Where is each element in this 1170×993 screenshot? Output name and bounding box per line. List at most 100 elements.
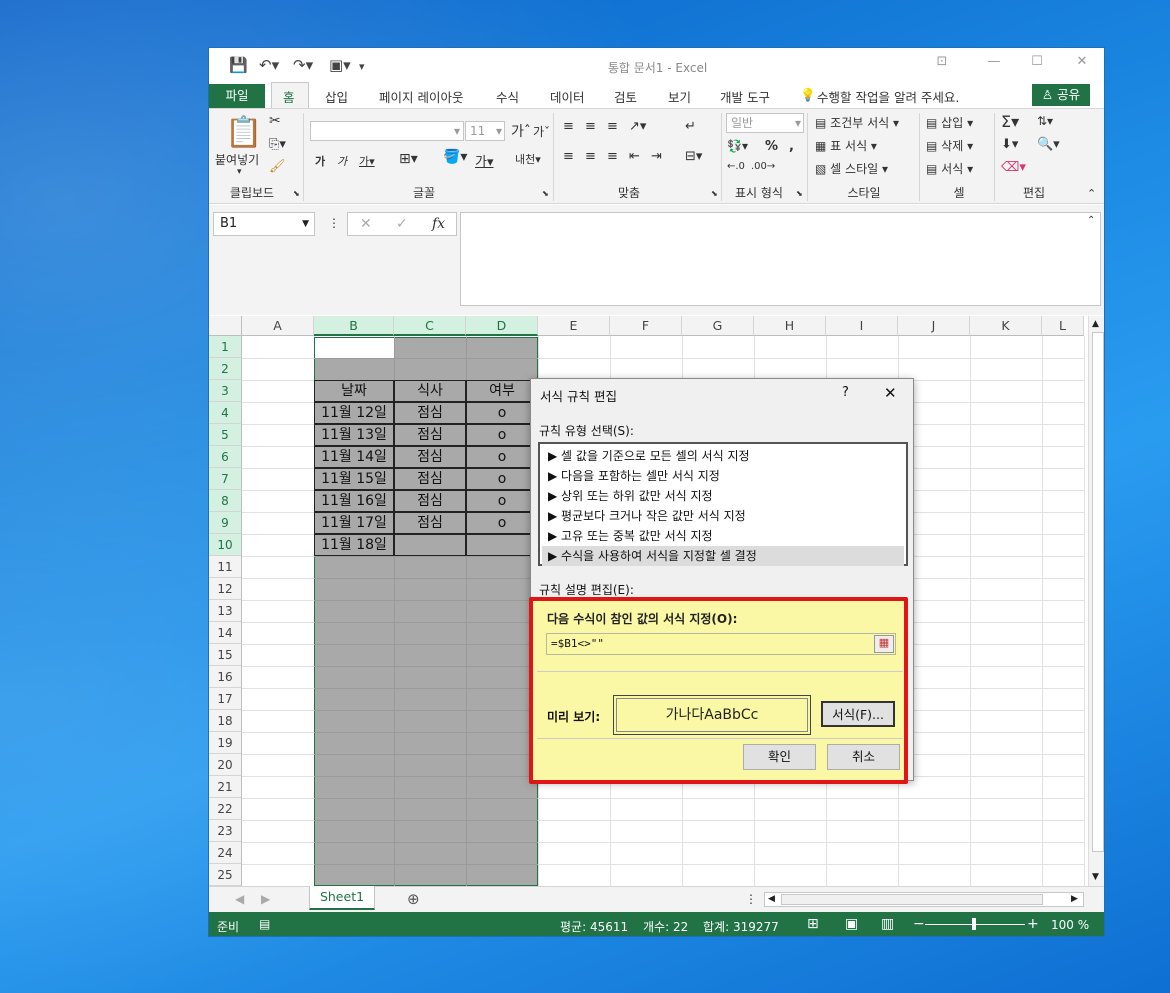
help-icon[interactable]: ? — [842, 385, 849, 400]
paste-icon[interactable]: 📋 — [225, 115, 262, 150]
cancel-icon[interactable]: ✕ — [360, 216, 372, 232]
table-cell[interactable]: 점심 — [394, 402, 466, 424]
rule-type-item[interactable]: ▶ 수식을 사용하여 서식을 지정할 셀 결정 — [542, 546, 904, 566]
align-right-icon[interactable]: ≡ — [607, 149, 618, 164]
table-cell[interactable]: o — [466, 446, 538, 468]
wrap-text-icon[interactable]: ↵ — [685, 119, 696, 134]
insert-function-icon[interactable]: fx — [432, 216, 445, 232]
column-header[interactable]: E — [538, 316, 610, 336]
row-header[interactable]: 17 — [209, 688, 242, 710]
table-cell[interactable]: 점심 — [394, 424, 466, 446]
column-header[interactable]: K — [970, 316, 1042, 336]
row-header[interactable]: 21 — [209, 776, 242, 798]
normal-view-icon[interactable]: ⊞ — [807, 916, 819, 932]
table-cell[interactable]: 11월 18일 — [314, 534, 394, 556]
active-cell-b1[interactable] — [315, 338, 394, 358]
accounting-icon[interactable]: 💱▾ — [727, 139, 748, 153]
table-cell[interactable]: 11월 14일 — [314, 446, 394, 468]
row-header[interactable]: 7 — [209, 468, 242, 490]
border-icon[interactable]: ⊞▾ — [399, 151, 418, 167]
fill-icon[interactable]: ⬇▾ — [1001, 137, 1018, 152]
tab-insert[interactable]: 삽입 — [325, 87, 348, 106]
zoom-level[interactable]: 100 % — [1051, 918, 1089, 932]
row-header[interactable]: 3 — [209, 380, 242, 402]
vertical-scrollbar[interactable]: ▲ ▼ — [1088, 316, 1104, 886]
fill-color-icon[interactable]: 🪣▾ — [443, 149, 467, 165]
decrease-decimal-icon[interactable]: .00→ — [751, 161, 775, 172]
scroll-left-icon[interactable]: ◀ — [768, 894, 775, 904]
table-cell[interactable] — [466, 534, 538, 556]
cancel-button[interactable]: 취소 — [827, 744, 900, 770]
share-button[interactable]: ♙ 공유 — [1032, 84, 1090, 106]
sort-filter-icon[interactable]: ⇅▾ — [1037, 114, 1053, 128]
conditional-format-button[interactable]: ▤ 조건부 서식 ▾ — [815, 114, 899, 131]
collapse-ribbon-icon[interactable]: ⌃ — [1087, 187, 1096, 200]
table-header-cell[interactable]: 식사 — [394, 380, 466, 402]
cut-icon[interactable]: ✂ — [269, 113, 281, 129]
row-header[interactable]: 18 — [209, 710, 242, 732]
format-painter-icon[interactable]: 🖌 — [269, 159, 286, 174]
zoom-in-icon[interactable]: + — [1027, 916, 1039, 932]
h-scroll-thumb[interactable] — [781, 894, 1043, 905]
table-cell[interactable]: 11월 12일 — [314, 402, 394, 424]
formula-input[interactable] — [460, 212, 1101, 306]
column-header[interactable]: J — [898, 316, 970, 336]
scroll-right-icon[interactable]: ▶ — [1071, 894, 1078, 904]
tab-page-layout[interactable]: 페이지 레이아웃 — [379, 87, 463, 106]
tab-data[interactable]: 데이터 — [550, 87, 585, 106]
table-cell[interactable]: 점심 — [394, 512, 466, 534]
tab-developer[interactable]: 개발 도구 — [720, 87, 770, 106]
decrease-indent-icon[interactable]: ⇤ — [629, 149, 640, 164]
underline-icon[interactable]: 가▾ — [359, 153, 375, 169]
rule-type-item[interactable]: ▶ 다음을 포함하는 셀만 서식 지정 — [542, 466, 904, 486]
horizontal-scrollbar[interactable]: ◀ ▶ — [764, 892, 1084, 907]
tab-view[interactable]: 보기 — [668, 87, 691, 106]
rule-type-item[interactable]: ▶ 평균보다 크거나 작은 값만 서식 지정 — [542, 506, 904, 526]
ribbon-display-icon[interactable]: ⊡ — [927, 54, 957, 74]
orientation-icon[interactable]: ↗▾ — [629, 119, 646, 134]
paste-button[interactable]: 붙여넣기 — [215, 151, 259, 168]
phonetic-icon[interactable]: 내천▾ — [515, 151, 541, 167]
align-left-icon[interactable]: ≡ — [563, 149, 574, 164]
table-cell[interactable]: o — [466, 468, 538, 490]
rule-type-item[interactable]: ▶ 셀 값을 기준으로 모든 셀의 서식 지정 — [542, 446, 904, 466]
alignment-launcher-icon[interactable]: ⬊ — [711, 189, 718, 198]
table-header-cell[interactable]: 날짜 — [314, 380, 394, 402]
align-bottom-icon[interactable]: ≡ — [607, 119, 618, 134]
insert-cells-button[interactable]: ▤ 삽입 ▾ — [926, 114, 973, 131]
increase-indent-icon[interactable]: ⇥ — [651, 149, 662, 164]
zoom-out-icon[interactable]: − — [913, 916, 925, 932]
column-header[interactable]: B — [314, 316, 394, 336]
table-cell[interactable]: o — [466, 490, 538, 512]
table-cell[interactable]: o — [466, 424, 538, 446]
row-header[interactable]: 6 — [209, 446, 242, 468]
macro-record-icon[interactable]: ▤ — [259, 917, 270, 931]
format-as-table-button[interactable]: ▦ 표 서식 ▾ — [815, 137, 877, 154]
format-cells-button[interactable]: ▤ 서식 ▾ — [926, 160, 973, 177]
prev-sheet-icon[interactable]: ◀ — [235, 892, 244, 906]
table-cell[interactable]: 11월 17일 — [314, 512, 394, 534]
paste-dropdown-icon[interactable]: ▾ — [237, 167, 242, 177]
maximize-icon[interactable]: ☐ — [1022, 54, 1052, 74]
table-cell[interactable]: 11월 15일 — [314, 468, 394, 490]
collapse-dialog-icon[interactable]: ▦ — [874, 635, 894, 653]
font-name-combo[interactable]: ▾ — [310, 121, 464, 141]
row-header[interactable]: 12 — [209, 578, 242, 600]
comma-icon[interactable]: , — [789, 139, 794, 154]
grow-font-icon[interactable]: 가ˆ — [511, 121, 531, 141]
delete-cells-button[interactable]: ▤ 삭제 ▾ — [926, 137, 973, 154]
rule-type-item[interactable]: ▶ 상위 또는 하위 값만 서식 지정 — [542, 486, 904, 506]
column-header[interactable]: G — [682, 316, 754, 336]
sheet-tab-sheet1[interactable]: Sheet1 — [309, 886, 375, 910]
name-box[interactable]: B1 ▼ — [213, 212, 315, 236]
bold-icon[interactable]: 가 — [315, 153, 325, 169]
page-layout-view-icon[interactable]: ▣ — [845, 916, 858, 932]
zoom-slider-thumb[interactable] — [972, 918, 976, 930]
tab-review[interactable]: 검토 — [614, 87, 637, 106]
tab-home[interactable]: 홈 — [283, 87, 295, 106]
row-header[interactable]: 25 — [209, 864, 242, 886]
merge-center-icon[interactable]: ⊟▾ — [685, 149, 702, 164]
number-launcher-icon[interactable]: ⬊ — [796, 189, 803, 198]
table-cell[interactable]: 11월 16일 — [314, 490, 394, 512]
table-cell[interactable]: 점심 — [394, 446, 466, 468]
